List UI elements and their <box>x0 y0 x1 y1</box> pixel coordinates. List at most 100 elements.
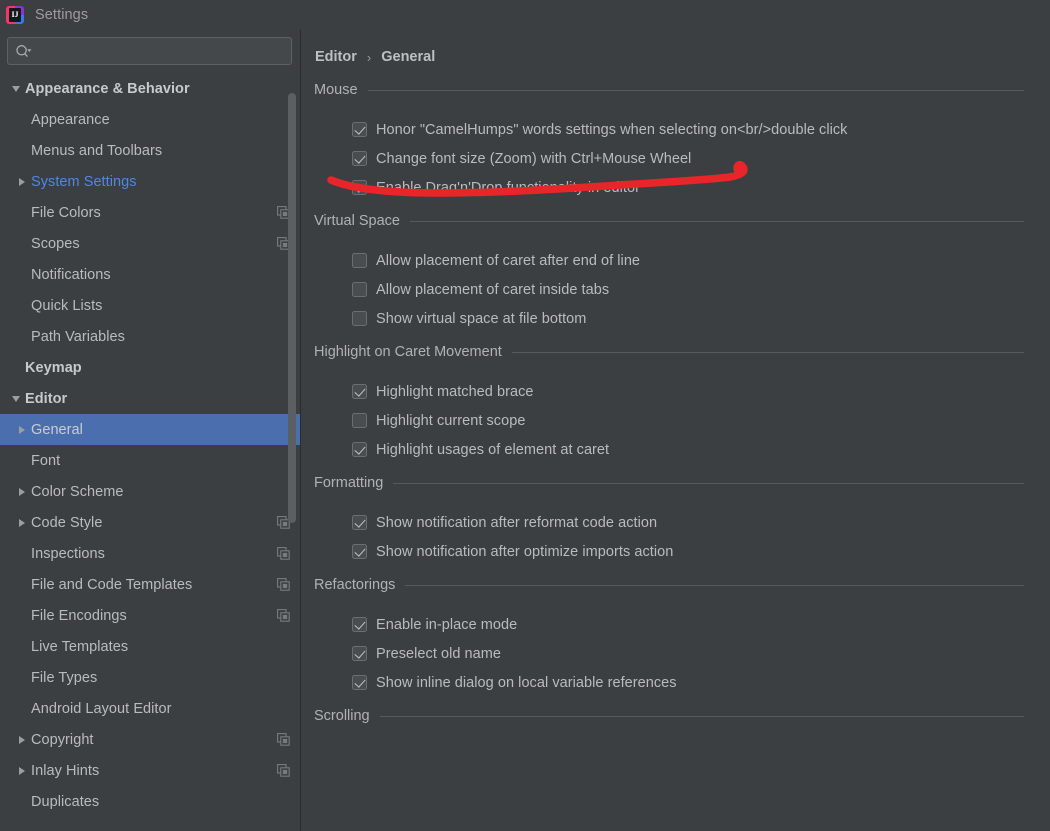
section-options: Allow placement of caret after end of li… <box>314 235 1024 333</box>
checkbox-unchecked-icon[interactable] <box>352 311 367 326</box>
checkbox-checked-icon[interactable] <box>352 180 367 195</box>
section-divider <box>367 89 1024 91</box>
sidebar-item-keymap[interactable]: Keymap <box>0 352 300 383</box>
sidebar-scrollbar-thumb[interactable] <box>288 93 296 523</box>
copy-settings-icon <box>277 733 290 746</box>
section-options: Honor "CamelHumps" words settings when s… <box>314 104 1024 202</box>
section-refactorings: Refactorings Enable in-place mode Preselec… <box>314 571 1024 697</box>
section-title: Virtual Space <box>314 213 400 229</box>
checkbox-row[interactable]: Show virtual space at file bottom <box>352 304 1024 333</box>
sidebar-item-system-settings[interactable]: System Settings <box>0 166 300 197</box>
checkbox-row[interactable]: Allow placement of caret after end of li… <box>352 246 1024 275</box>
sidebar-item-android-layout-editor[interactable]: Android Layout Editor <box>0 693 300 724</box>
sidebar-item-label: Editor <box>25 390 68 407</box>
breadcrumb-parent[interactable]: Editor <box>315 49 357 65</box>
sidebar-item-label: Path Variables <box>31 328 125 345</box>
checkbox-label: Show notification after optimize imports… <box>376 543 674 560</box>
sidebar-item-general[interactable]: General <box>0 414 300 445</box>
checkbox-row[interactable]: Show notification after optimize imports… <box>352 537 1024 566</box>
section-virtual-space: Virtual Space Allow placement of caret af… <box>314 207 1024 333</box>
sidebar-item-path-variables[interactable]: Path Variables <box>0 321 300 352</box>
chevron-right-icon[interactable] <box>13 487 31 496</box>
checkbox-row[interactable]: Enable in-place mode <box>352 610 1024 639</box>
checkbox-label: Highlight current scope <box>376 412 526 429</box>
sidebar-item-font[interactable]: Font <box>0 445 300 476</box>
sidebar-item-inlay-hints[interactable]: Inlay Hints <box>0 755 300 786</box>
chevron-right-icon[interactable] <box>13 735 31 744</box>
checkbox-checked-icon[interactable] <box>352 515 367 530</box>
checkbox-unchecked-icon[interactable] <box>352 253 367 268</box>
sidebar-item-file-types[interactable]: File Types <box>0 662 300 693</box>
sidebar-item-editor[interactable]: Editor <box>0 383 300 414</box>
checkbox-row[interactable]: Honor "CamelHumps" words settings when s… <box>352 115 1024 144</box>
checkbox-row[interactable]: Allow placement of caret inside tabs <box>352 275 1024 304</box>
sidebar-item-label: Live Templates <box>31 638 129 655</box>
sidebar-item-inspections[interactable]: Inspections <box>0 538 300 569</box>
settings-sidebar: Appearance & Behavior Appearance Menus and… <box>0 30 301 831</box>
section-divider <box>409 220 1024 222</box>
search-input[interactable] <box>7 37 292 65</box>
checkbox-row[interactable]: Show inline dialog on local variable ref… <box>352 668 1024 697</box>
section-header: Refactorings <box>314 571 1024 599</box>
sidebar-item-label: Android Layout Editor <box>31 700 172 717</box>
checkbox-unchecked-icon[interactable] <box>352 282 367 297</box>
sidebar-item-label: Menus and Toolbars <box>31 142 163 159</box>
checkbox-label: Honor "CamelHumps" words settings when s… <box>376 121 848 138</box>
search-container <box>0 30 300 72</box>
sidebar-item-code-style[interactable]: Code Style <box>0 507 300 538</box>
settings-tree[interactable]: Appearance & Behavior Appearance Menus and… <box>0 72 300 831</box>
sidebar-item-file-and-code-templates[interactable]: File and Code Templates <box>0 569 300 600</box>
chevron-right-icon[interactable] <box>13 177 31 186</box>
chevron-right-icon[interactable] <box>13 518 31 527</box>
chevron-right-icon[interactable] <box>13 425 31 434</box>
sidebar-item-label: File Encodings <box>31 607 127 624</box>
chevron-right-icon[interactable] <box>13 766 31 775</box>
sidebar-item-duplicates[interactable]: Duplicates <box>0 786 300 817</box>
checkbox-row[interactable]: Change font size (Zoom) with Ctrl+Mouse … <box>352 144 1024 173</box>
checkbox-checked-icon[interactable] <box>352 617 367 632</box>
copy-settings-icon <box>277 578 290 591</box>
checkbox-checked-icon[interactable] <box>352 544 367 559</box>
sidebar-item-copyright[interactable]: Copyright <box>0 724 300 755</box>
sidebar-item-label: Duplicates <box>31 793 100 810</box>
window-title-bar: IJ Settings <box>0 0 1050 30</box>
sidebar-item-color-scheme[interactable]: Color Scheme <box>0 476 300 507</box>
section-formatting: Formatting Show notification after reform… <box>314 469 1024 566</box>
checkbox-checked-icon[interactable] <box>352 442 367 457</box>
checkbox-row[interactable]: Enable Drag'n'Drop functionality in edit… <box>352 173 1024 202</box>
sidebar-item-label: Code Style <box>31 514 103 531</box>
section-options: Enable in-place mode Preselect old name Sh… <box>314 599 1024 697</box>
sidebar-item-appearance-behavior[interactable]: Appearance & Behavior <box>0 73 300 104</box>
checkbox-row[interactable]: Highlight matched brace <box>352 377 1024 406</box>
checkbox-label: Highlight usages of element at caret <box>376 441 610 458</box>
checkbox-label: Show inline dialog on local variable ref… <box>376 674 677 691</box>
section-header: Scrolling <box>314 702 1024 730</box>
sidebar-item-file-colors[interactable]: File Colors <box>0 197 300 228</box>
section-header: Mouse <box>314 76 1024 104</box>
sidebar-item-live-templates[interactable]: Live Templates <box>0 631 300 662</box>
checkbox-checked-icon[interactable] <box>352 122 367 137</box>
chevron-down-icon[interactable] <box>7 395 25 402</box>
sidebar-item-quick-lists[interactable]: Quick Lists <box>0 290 300 321</box>
copy-settings-icon <box>277 609 290 622</box>
sidebar-item-menus-and-toolbars[interactable]: Menus and Toolbars <box>0 135 300 166</box>
checkbox-unchecked-icon[interactable] <box>352 413 367 428</box>
sidebar-item-label: Appearance & Behavior <box>25 80 190 97</box>
checkbox-row[interactable]: Show notification after reformat code ac… <box>352 508 1024 537</box>
checkbox-row[interactable]: Highlight current scope <box>352 406 1024 435</box>
sidebar-item-label: Scopes <box>31 235 80 252</box>
sidebar-item-file-encodings[interactable]: File Encodings <box>0 600 300 631</box>
sidebar-item-notifications[interactable]: Notifications <box>0 259 300 290</box>
section-title: Scrolling <box>314 708 370 724</box>
checkbox-checked-icon[interactable] <box>352 646 367 661</box>
sidebar-item-scopes[interactable]: Scopes <box>0 228 300 259</box>
checkbox-checked-icon[interactable] <box>352 384 367 399</box>
chevron-down-icon[interactable] <box>7 85 25 92</box>
checkbox-checked-icon[interactable] <box>352 151 367 166</box>
section-highlight-on-caret-movement: Highlight on Caret Movement Highlight mat… <box>314 338 1024 464</box>
checkbox-checked-icon[interactable] <box>352 675 367 690</box>
checkbox-row[interactable]: Preselect old name <box>352 639 1024 668</box>
sidebar-item-label: Color Scheme <box>31 483 124 500</box>
checkbox-row[interactable]: Highlight usages of element at caret <box>352 435 1024 464</box>
sidebar-item-appearance[interactable]: Appearance <box>0 104 300 135</box>
